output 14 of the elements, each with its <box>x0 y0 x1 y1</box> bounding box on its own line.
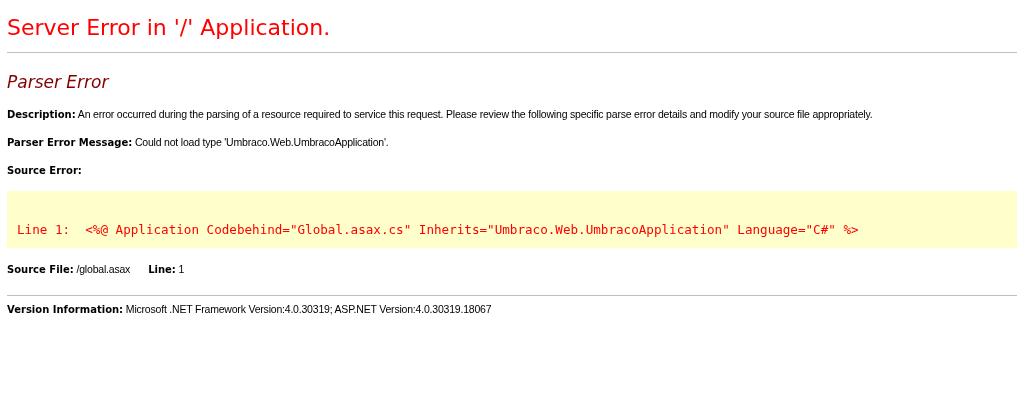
error-heading: Parser Error <box>7 71 111 94</box>
field-label: Source File: <box>7 264 74 275</box>
page-title: Server Error in '/' Application. <box>7 14 332 42</box>
field-label: Version Information: <box>7 304 124 315</box>
field-value: Microsoft .NET Framework Version:4.0.30319; ASP.NET Version:4.0.30319.18067 <box>124 303 492 315</box>
field-label: Description: <box>7 109 76 120</box>
field-label: Line: <box>148 264 176 275</box>
field-value: /global.asax <box>75 263 131 275</box>
field-value: Could not load type 'Umbraco.Web.UmbracoApplication'. <box>133 136 389 148</box>
field-value: An error occurred during the parsing of a resource required to service this request. Please review the following specific parse error details and modify your source file appropriately. <box>76 108 873 120</box>
field-label: Parser Error Message: <box>7 137 133 148</box>
field-value: 1 <box>177 263 185 275</box>
code-line: Line 1: <%@ Application Codebehind="Global.asax.cs" Inherits="Umbraco.Web.UmbracoApplication" Language="C#" %> <box>17 222 859 238</box>
field-label: Source Error: <box>7 165 82 176</box>
